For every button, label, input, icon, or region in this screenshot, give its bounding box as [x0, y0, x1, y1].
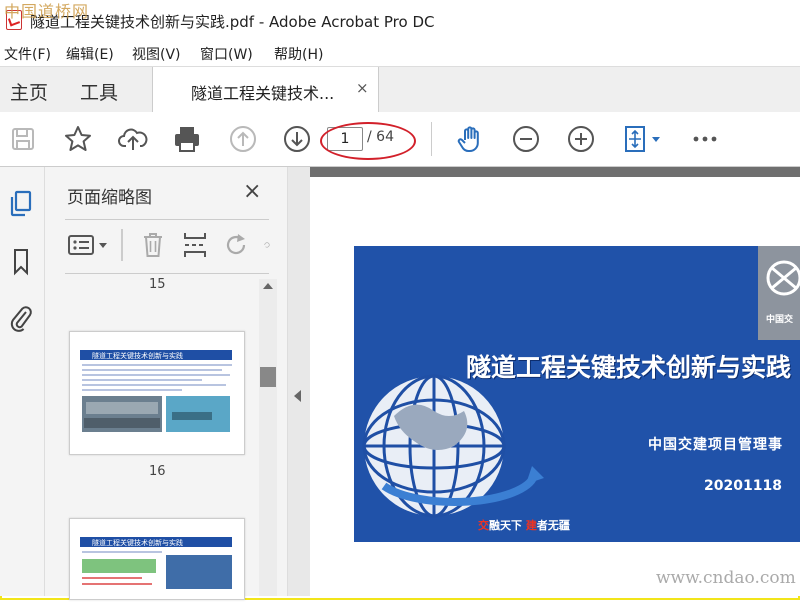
thumb-17-header: 隧道工程关键技术创新与实践 [92, 538, 183, 547]
panel-collapse-bar[interactable] [287, 167, 311, 596]
zoom-in-icon[interactable] [566, 124, 596, 154]
toolbar-divider [431, 122, 432, 156]
menu-view[interactable]: 视图(V) [132, 44, 181, 64]
title-slide: 中国交 隧道工程关键技术创新与实践 中国交建项目管理事 20201118 交融天… [354, 246, 800, 542]
left-navigation-rail [0, 167, 45, 596]
more-icon[interactable] [690, 124, 720, 154]
panel-divider-2 [65, 273, 269, 274]
thumbnails-close-icon[interactable]: × [243, 179, 261, 204]
annotation-red-circle [320, 122, 416, 160]
slide-slogan: 交融天下 建者无疆 [478, 517, 570, 533]
menu-window[interactable]: 窗口(W) [200, 44, 253, 64]
thumbnails-scrollbar[interactable] [259, 279, 277, 596]
window-title: 隧道工程关键技术创新与实践.pdf - Adobe Acrobat Pro DC [30, 13, 435, 31]
menu-help[interactable]: 帮助(H) [274, 44, 323, 64]
attachment-icon[interactable] [8, 303, 34, 333]
page-thumbnail-16[interactable]: 隧道工程关键技术创新与实践 [69, 331, 245, 455]
menu-edit[interactable]: 编辑(E) [66, 44, 114, 64]
slogan-red-2: 建 [525, 519, 537, 532]
delete-page-icon[interactable] [139, 229, 167, 261]
options-menu-icon[interactable] [67, 229, 115, 261]
zoom-out-icon[interactable] [511, 124, 541, 154]
slide-title: 隧道工程关键技术创新与实践 [466, 353, 792, 382]
upload-cloud-icon[interactable] [118, 124, 148, 154]
slogan-red-1: 交 [478, 519, 489, 532]
thumbnails-panel-title: 页面缩略图 [67, 188, 152, 208]
tab-document-label: 隧道工程关键技术... [191, 84, 335, 103]
bookmark-icon[interactable] [8, 247, 34, 277]
scrollbar-thumb[interactable] [260, 367, 276, 387]
star-icon[interactable] [63, 124, 93, 154]
page-thumbnails-icon[interactable] [8, 189, 34, 219]
collapse-arrow-icon[interactable] [294, 390, 301, 402]
fit-page-icon[interactable] [622, 124, 666, 154]
page-label-16: 16 [149, 464, 166, 479]
hand-icon[interactable] [456, 124, 486, 154]
rotate-page-icon[interactable] [221, 229, 251, 261]
panel-divider [65, 219, 269, 220]
slogan-part-1: 融天下 [489, 519, 526, 532]
company-logo: 中国交 [758, 246, 800, 340]
tab-document[interactable]: 隧道工程关键技术... × [152, 67, 379, 113]
tab-tools[interactable]: 工具 [80, 78, 118, 105]
page-down-icon[interactable] [282, 124, 312, 154]
pdf-page: 中国交 隧道工程关键技术创新与实践 中国交建项目管理事 20201118 交融天… [310, 177, 800, 596]
print-icon[interactable] [172, 124, 202, 154]
page-label-15: 15 [149, 277, 166, 292]
menu-bar: 文件(F) 编辑(E) 视图(V) 窗口(W) 帮助(H) [0, 40, 800, 66]
thumb-16-header: 隧道工程关键技术创新与实践 [92, 351, 183, 360]
save-icon[interactable] [8, 124, 38, 154]
slide-organization: 中国交建项目管理事 [648, 437, 783, 453]
panel-tool-divider [121, 229, 123, 261]
page-thumbnail-17[interactable]: 隧道工程关键技术创新与实践 [69, 518, 245, 600]
rotate-clockwise-icon[interactable] [263, 229, 271, 261]
company-logo-text: 中国交 [766, 315, 794, 325]
page-thumbnails-panel: 页面缩略图 × 15 隧道工程关键技术创新与实践 16 隧道工程关键技术创新与实… [45, 167, 287, 600]
watermark-bottom-right: www.cndao.com [656, 568, 796, 588]
menu-file[interactable]: 文件(F) [4, 44, 51, 64]
page-up-icon[interactable] [228, 124, 258, 154]
slide-date: 20201118 [704, 478, 782, 494]
title-bar: 隧道工程关键技术创新与实践.pdf - Adobe Acrobat Pro DC… [0, 0, 800, 40]
slogan-part-2: 者无疆 [536, 519, 570, 532]
tab-bar: 主页 工具 隧道工程关键技术... × [0, 66, 800, 114]
insert-page-icon[interactable] [181, 229, 209, 261]
tab-home[interactable]: 主页 [10, 78, 48, 105]
toolbar: 1 / 64 [0, 112, 800, 167]
tab-close-icon[interactable]: × [356, 79, 369, 97]
document-viewport[interactable]: 中国交 隧道工程关键技术创新与实践 中国交建项目管理事 20201118 交融天… [310, 167, 800, 596]
slide-background-graphic [354, 246, 800, 542]
company-logo-mark-icon [766, 260, 800, 296]
scroll-up-arrow-icon[interactable] [263, 283, 273, 289]
watermark-top-left: 中国道桥网 [4, 2, 90, 21]
